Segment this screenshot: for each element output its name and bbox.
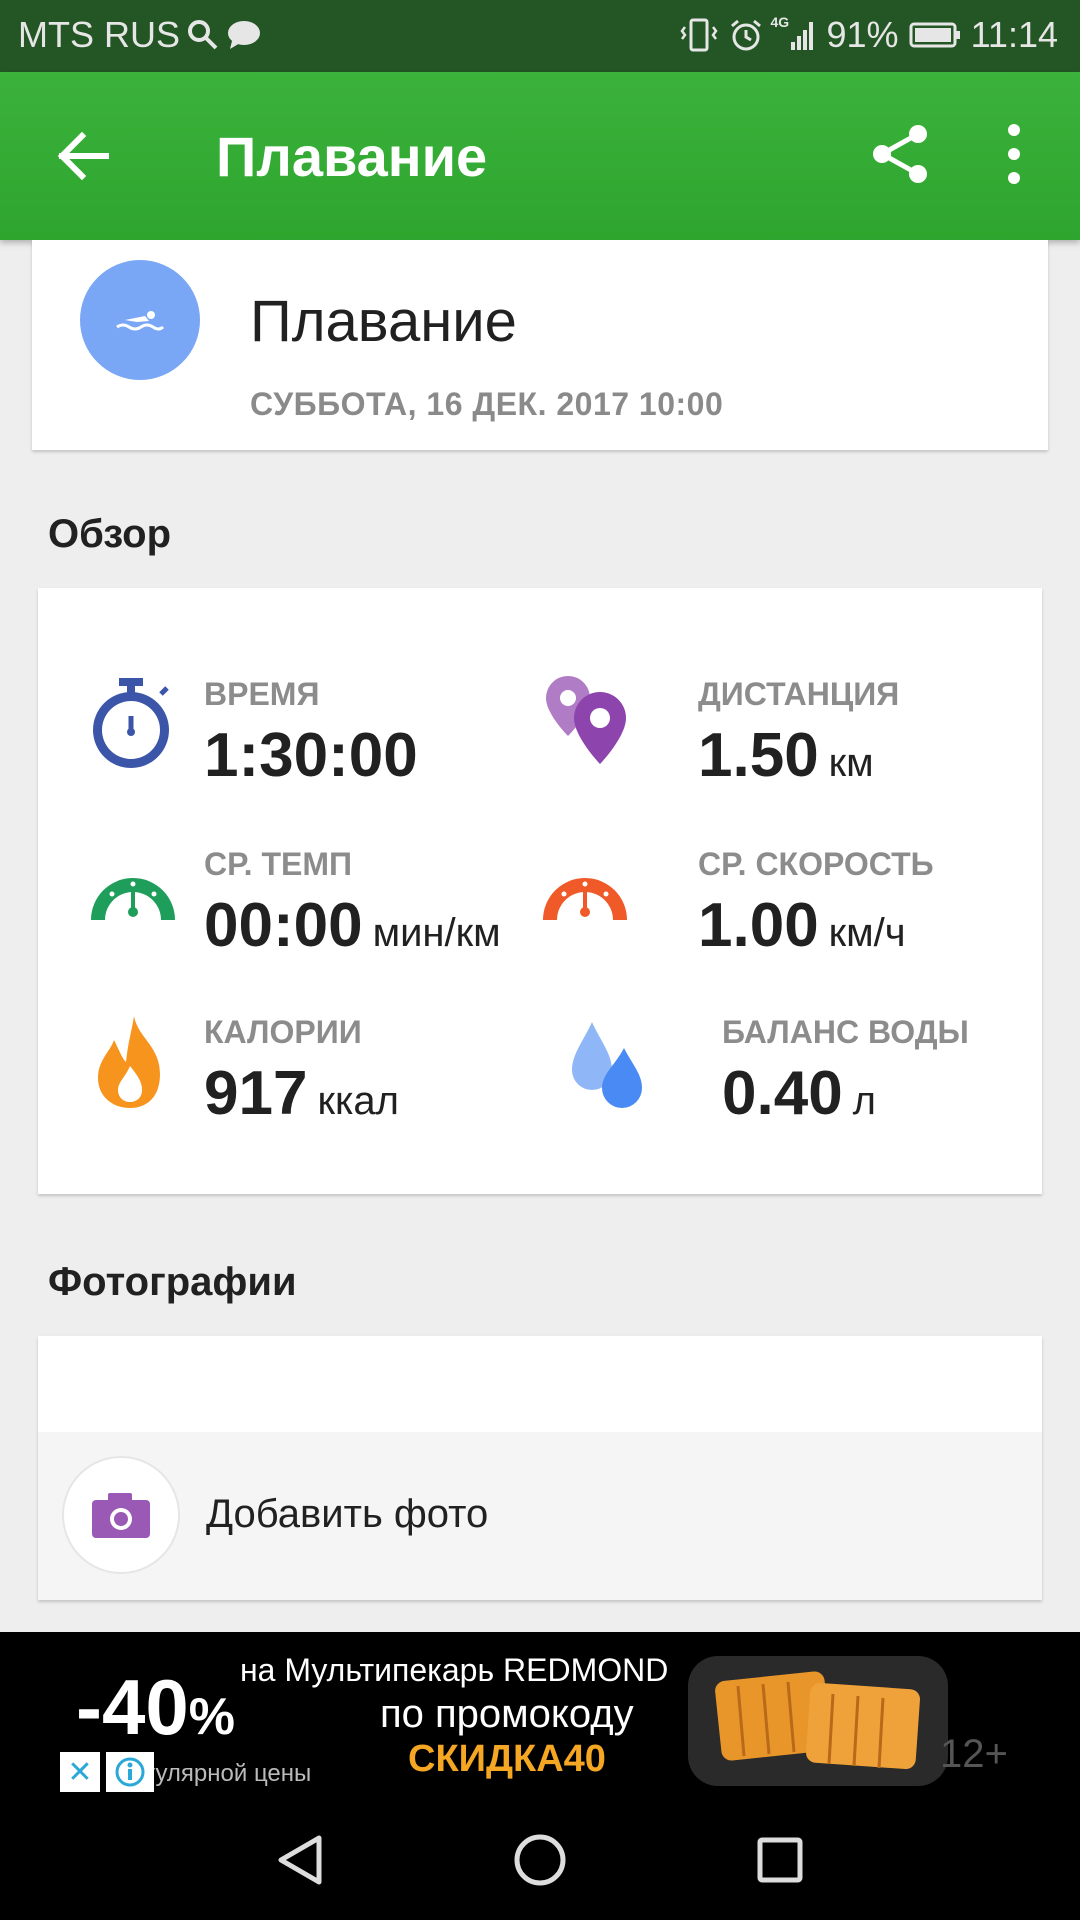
stat-avg-speed: СР. СКОРОСТЬ 1.00 км/ч — [538, 840, 998, 970]
photos-section-title: Фотографии — [48, 1260, 297, 1304]
ad-promo-code: СКИДКА40 — [408, 1738, 606, 1780]
camera-icon — [92, 1493, 150, 1538]
add-photo-button[interactable] — [62, 1456, 180, 1574]
add-photo-row[interactable]: Добавить фото — [38, 1432, 1042, 1600]
nav-back-button[interactable] — [270, 1830, 330, 1890]
ad-age-rating: 12+ — [940, 1732, 1008, 1776]
stat-avg-speed-value: 1.00 — [698, 891, 819, 960]
alarm-icon — [729, 18, 763, 52]
back-button[interactable] — [50, 122, 118, 190]
stat-avg-pace-unit: мин/км — [372, 911, 501, 955]
stat-calories-value: 917 — [204, 1059, 308, 1128]
stat-calories: КАЛОРИИ 917 ккал — [86, 1008, 546, 1138]
stat-avg-speed-unit: км/ч — [828, 911, 906, 955]
stat-avg-pace-value: 00:00 — [204, 891, 363, 960]
ad-line2: по промокоду — [380, 1692, 634, 1736]
circle-home-icon — [514, 1834, 566, 1886]
speed-gauge-icon — [543, 878, 627, 920]
stat-distance-label: ДИСТАНЦИЯ — [698, 676, 900, 712]
activity-avatar — [80, 260, 200, 380]
stopwatch-icon — [93, 678, 169, 768]
water-drops-icon — [572, 1022, 642, 1108]
stat-distance-unit: км — [828, 741, 874, 785]
stat-avg-speed-label: СР. СКОРОСТЬ — [698, 846, 934, 882]
ad-line1: на Мультипекарь REDMOND — [240, 1652, 669, 1688]
square-recents-icon — [757, 1837, 803, 1883]
status-bar: MTS RUS 4G 91% 11:14 — [0, 0, 1080, 72]
stat-calories-label: КАЛОРИИ — [204, 1014, 362, 1050]
map-pins-icon — [546, 676, 626, 764]
stat-water-balance-label: БАЛАНС ВОДЫ — [722, 1014, 969, 1050]
info-icon — [115, 1757, 145, 1787]
more-options-button[interactable] — [994, 124, 1034, 184]
activity-datetime: СУББОТА, 16 ДЕК. 2017 10:00 — [250, 386, 724, 422]
stat-distance: ДИСТАНЦИЯ 1.50 км — [538, 670, 998, 800]
ad-info-button[interactable] — [106, 1752, 154, 1792]
stat-time-label: ВРЕМЯ — [204, 676, 320, 712]
vibrate-icon — [679, 17, 719, 53]
add-photo-label: Добавить фото — [206, 1492, 489, 1536]
triangle-back-icon — [278, 1835, 322, 1885]
swimmer-icon — [116, 311, 165, 331]
flame-icon — [98, 1016, 160, 1108]
stat-time-value: 1:30:00 — [204, 721, 418, 790]
share-button[interactable] — [868, 122, 932, 186]
stat-water-balance-value: 0.40 — [722, 1059, 843, 1128]
carrier-label: MTS RUS — [18, 14, 180, 55]
stat-avg-pace: СР. ТЕМП 00:00 мин/км — [86, 840, 546, 970]
signal-icon: 4G — [771, 14, 817, 52]
network-type-label: 4G — [770, 14, 790, 30]
nav-home-button[interactable] — [510, 1830, 570, 1890]
activity-title: Плавание — [250, 289, 517, 354]
app-bar-title: Плавание — [216, 125, 488, 188]
pace-gauge-icon — [91, 878, 175, 920]
ad-close-button[interactable]: ✕ — [60, 1752, 100, 1792]
clock: 11:14 — [970, 14, 1058, 55]
arrow-back-icon — [58, 132, 109, 180]
photos-card: Добавить фото — [38, 1336, 1042, 1600]
overview-section-title: Обзор — [48, 512, 172, 556]
activity-header-card: Плавание СУББОТА, 16 ДЕК. 2017 10:00 — [32, 240, 1048, 450]
stat-avg-pace-label: СР. ТЕМП — [204, 846, 352, 882]
waffle-maker-image — [688, 1656, 948, 1786]
battery-icon — [909, 21, 961, 49]
more-vert-icon — [1008, 124, 1020, 136]
ad-banner[interactable]: -40% на Мультипекарь REDMOND по промокод… — [0, 1632, 1080, 1792]
share-icon — [873, 125, 927, 183]
overview-card: ВРЕМЯ 1:30:00 ДИСТАНЦИЯ 1.50 км СР. ТЕМП … — [38, 588, 1042, 1194]
stat-time: ВРЕМЯ 1:30:00 — [86, 670, 546, 800]
stat-calories-unit: ккал — [317, 1079, 399, 1123]
ad-discount: -40% — [76, 1663, 235, 1751]
system-nav-bar — [0, 1792, 1080, 1920]
search-icon — [186, 18, 220, 52]
app-bar: Плавание — [0, 72, 1080, 240]
close-icon: ✕ — [67, 1755, 93, 1789]
battery-percent: 91% — [826, 14, 899, 55]
stat-water-balance-unit: л — [852, 1079, 877, 1123]
stat-distance-value: 1.50 — [698, 721, 819, 790]
chat-icon — [226, 19, 262, 51]
stat-water-balance: БАЛАНС ВОДЫ 0.40 л — [562, 1008, 1022, 1138]
nav-recents-button[interactable] — [750, 1830, 810, 1890]
